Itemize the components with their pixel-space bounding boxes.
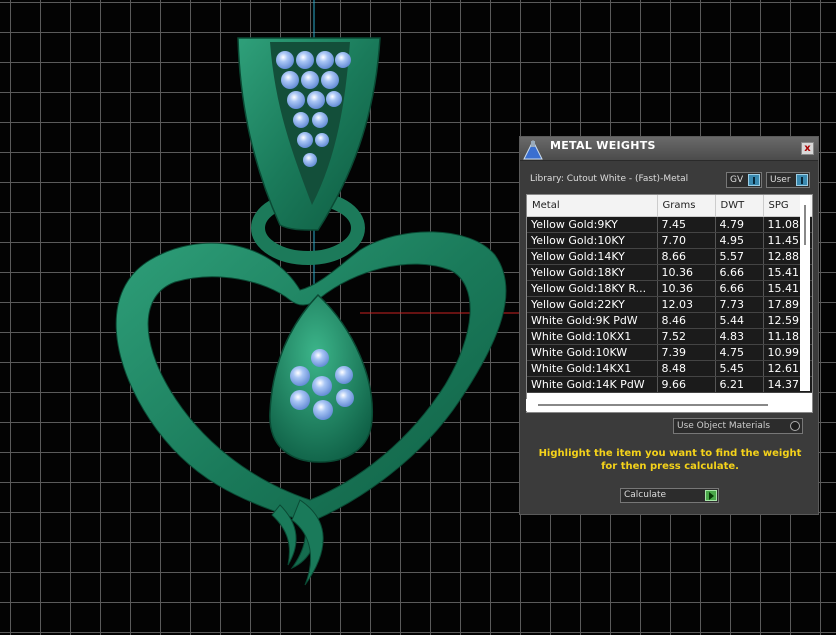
metal-table[interactable]: Metal Grams DWT SPG Yellow Gold:9KY 7.45 4… (526, 194, 813, 413)
user-toggle[interactable]: User (766, 172, 810, 188)
cell-metal: Yellow Gold:18KY R... (527, 280, 658, 297)
cell-grams: 7.70 (657, 232, 716, 249)
cell-grams: 9.66 (657, 376, 716, 393)
panel-titlebar[interactable]: METAL WEIGHTS x (520, 137, 818, 161)
table-row[interactable]: Yellow Gold:18KY R... 10.36 6.66 15.41 (527, 280, 812, 297)
table-row[interactable]: Yellow Gold:9KY 7.45 4.79 11.08 (527, 216, 812, 233)
column-header-metal[interactable]: Metal (527, 195, 658, 217)
table-row[interactable]: White Gold:9K PdW 8.46 5.44 12.59 (527, 312, 812, 329)
cell-grams: 7.45 (657, 216, 716, 233)
cell-metal: Yellow Gold:14KY (527, 248, 658, 265)
close-button[interactable]: x (801, 142, 814, 155)
cell-grams: 10.36 (657, 264, 716, 281)
cell-metal: Yellow Gold:10KY (527, 232, 658, 249)
table-horizontal-scrollbar[interactable] (526, 399, 811, 411)
cell-dwt: 5.44 (715, 312, 764, 329)
cell-grams: 7.39 (657, 344, 716, 361)
instructions-text: Highlight the item you want to find the … (538, 448, 802, 472)
table-row[interactable]: White Gold:10KX1 7.52 4.83 11.18 (527, 328, 812, 345)
radio-icon (790, 421, 800, 431)
cell-dwt: 4.95 (715, 232, 764, 249)
play-icon (705, 490, 717, 501)
metal-flask-icon (523, 139, 543, 160)
cell-metal: Yellow Gold:9KY (527, 216, 658, 233)
cell-metal: Yellow Gold:22KY (527, 296, 658, 313)
toggle-switch-icon (748, 174, 760, 186)
cell-dwt: 4.83 (715, 328, 764, 345)
column-header-dwt[interactable]: DWT (715, 195, 764, 217)
cell-grams: 8.46 (657, 312, 716, 329)
panel-title: METAL WEIGHTS (550, 139, 656, 152)
use-object-materials-option[interactable]: Use Object Materials (673, 418, 803, 434)
cell-dwt: 4.79 (715, 216, 764, 233)
cell-dwt: 6.66 (715, 280, 764, 297)
vertical-scroll-thumb[interactable] (804, 205, 806, 245)
table-row[interactable]: Yellow Gold:22KY 12.03 7.73 17.89 (527, 296, 812, 313)
calculate-label: Calculate (624, 490, 667, 500)
metal-weights-panel: METAL WEIGHTS x Library: Cutout White - … (519, 136, 819, 515)
user-toggle-label: User (770, 175, 791, 185)
cell-grams: 10.36 (657, 280, 716, 297)
table-row[interactable]: Yellow Gold:18KY 10.36 6.66 15.41 (527, 264, 812, 281)
calculate-button[interactable]: Calculate (620, 488, 719, 503)
gv-toggle[interactable]: GV (726, 172, 762, 188)
use-object-materials-label: Use Object Materials (677, 421, 771, 431)
cell-dwt: 6.21 (715, 376, 764, 393)
cell-metal: White Gold:10KW (527, 344, 658, 361)
cell-dwt: 6.66 (715, 264, 764, 281)
table-row[interactable]: White Gold:14K PdW 9.66 6.21 14.37 (527, 376, 812, 393)
cell-grams: 8.48 (657, 360, 716, 377)
cell-grams: 8.66 (657, 248, 716, 265)
table-header-row: Metal Grams DWT SPG (527, 195, 812, 217)
cell-metal: White Gold:10KX1 (527, 328, 658, 345)
toggle-switch-icon (796, 174, 808, 186)
cell-metal: White Gold:14K PdW (527, 376, 658, 393)
cell-metal: White Gold:14KX1 (527, 360, 658, 377)
cell-dwt: 5.45 (715, 360, 764, 377)
cell-metal: White Gold:9K PdW (527, 312, 658, 329)
horizontal-scroll-thumb[interactable] (538, 404, 768, 406)
table-row[interactable]: Yellow Gold:10KY 7.70 4.95 11.45 (527, 232, 812, 249)
cell-dwt: 7.73 (715, 296, 764, 313)
gv-toggle-label: GV (730, 175, 744, 185)
table-row[interactable]: Yellow Gold:14KY 8.66 5.57 12.88 (527, 248, 812, 265)
table-row[interactable]: White Gold:14KX1 8.48 5.45 12.61 (527, 360, 812, 377)
cell-grams: 12.03 (657, 296, 716, 313)
cell-dwt: 5.57 (715, 248, 764, 265)
table-vertical-scrollbar[interactable] (800, 195, 810, 391)
column-header-grams[interactable]: Grams (657, 195, 716, 217)
cell-metal: Yellow Gold:18KY (527, 264, 658, 281)
cell-dwt: 4.75 (715, 344, 764, 361)
table-row[interactable]: White Gold:10KW 7.39 4.75 10.99 (527, 344, 812, 361)
cell-grams: 7.52 (657, 328, 716, 345)
library-label: Library: Cutout White - (Fast)-Metal (530, 174, 689, 184)
